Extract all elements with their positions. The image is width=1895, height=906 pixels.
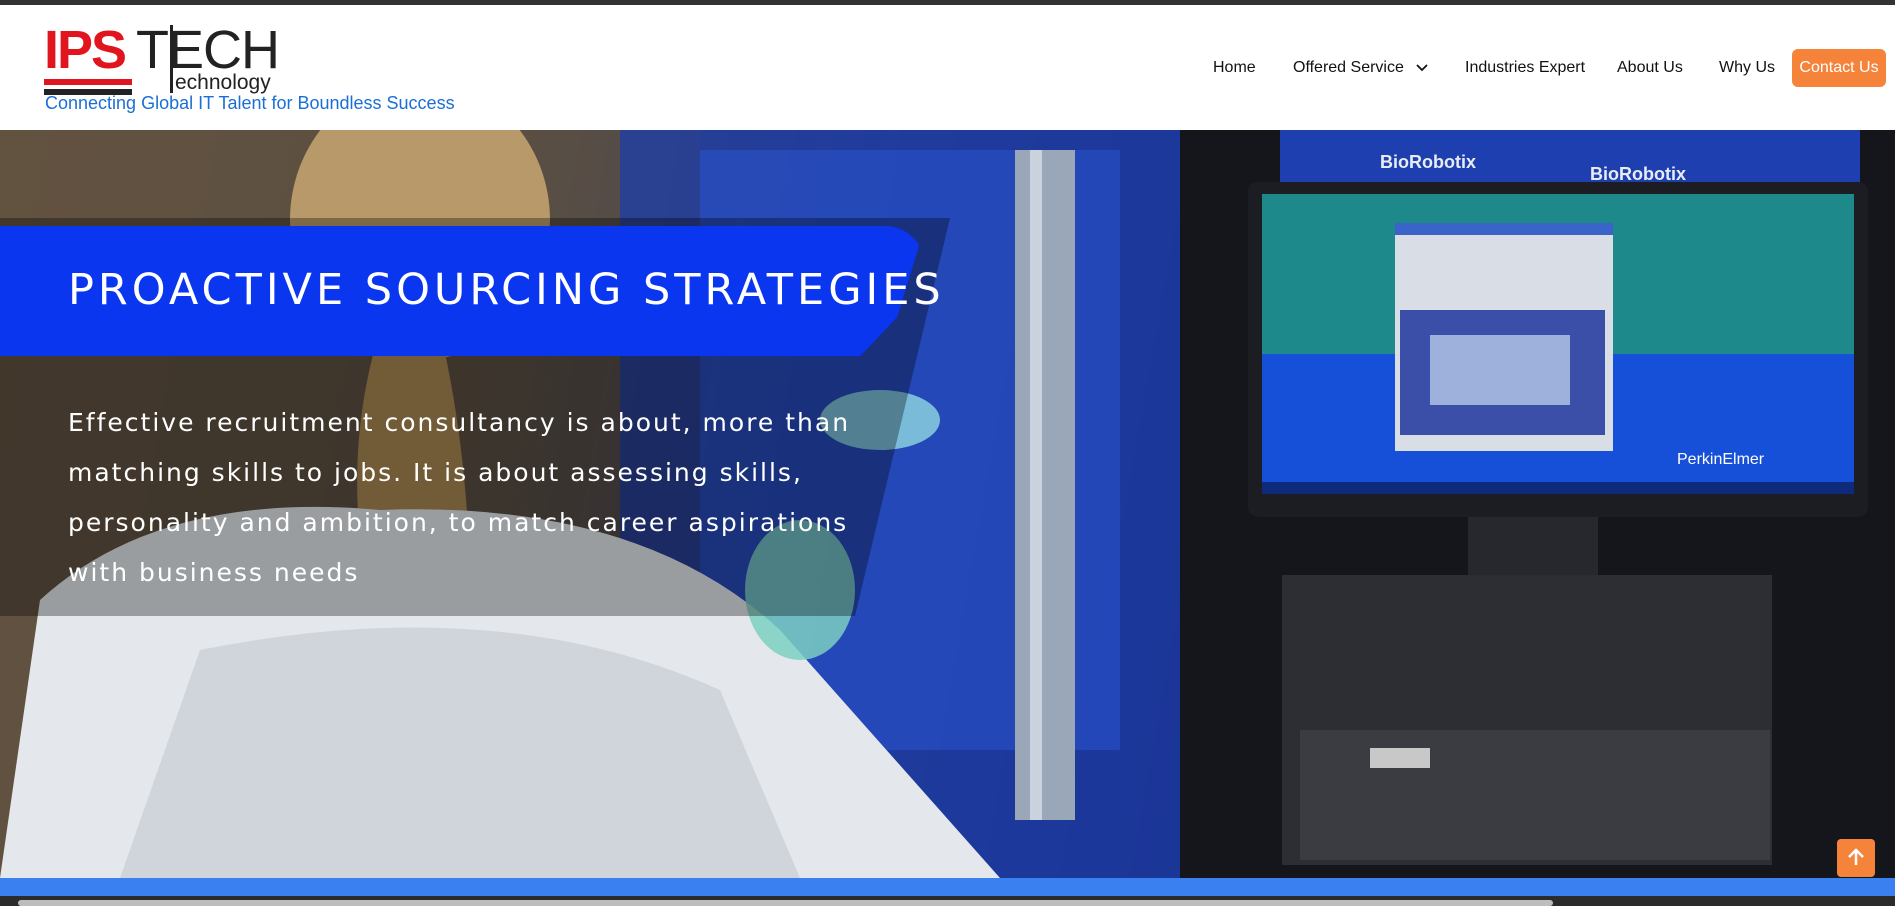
scroll-to-top-button[interactable] — [1837, 839, 1875, 877]
nav-offered-service-label: Offered Service — [1293, 59, 1404, 77]
logo-tech-text: TECH — [136, 20, 280, 80]
arrow-up-icon — [1848, 848, 1864, 865]
nav-home[interactable]: Home — [1213, 48, 1256, 88]
logo-vertical-line — [170, 25, 173, 93]
perkinelmer-label: PerkinElmer — [1677, 451, 1765, 468]
biorobotix-label-1: BioRobotix — [1380, 152, 1476, 172]
nav-offered-service[interactable]: Offered Service — [1293, 48, 1428, 88]
tagline: Connecting Global IT Talent for Boundles… — [45, 93, 455, 113]
horizontal-scrollbar-thumb[interactable] — [18, 900, 1553, 906]
contact-us-button[interactable]: Contact Us — [1792, 49, 1886, 87]
section-divider-band — [0, 878, 1895, 896]
hero-description: Effective recruitment consultancy is abo… — [68, 408, 851, 587]
logo-red-bar — [44, 79, 132, 85]
logo[interactable]: IPS TECH echnology — [44, 20, 280, 95]
chevron-down-icon — [1416, 48, 1428, 88]
nav-why-us[interactable]: Why Us — [1719, 48, 1775, 88]
biorobotix-label-2: BioRobotix — [1590, 164, 1686, 184]
logo-ips-text: IPS — [44, 20, 127, 80]
nav-industries-expert[interactable]: Industries Expert — [1465, 48, 1585, 88]
hero-banner: BioRobotix BioRobotix PerkinElmer PROACT… — [0, 130, 1895, 878]
hero-title: PROACTIVE SOURCING STRATEGIES — [68, 265, 945, 315]
nav-about-us[interactable]: About Us — [1617, 48, 1683, 88]
site-header: IPS TECH echnology Connecting Global IT … — [0, 5, 1895, 130]
logo-technology-text: echnology — [175, 71, 271, 94]
